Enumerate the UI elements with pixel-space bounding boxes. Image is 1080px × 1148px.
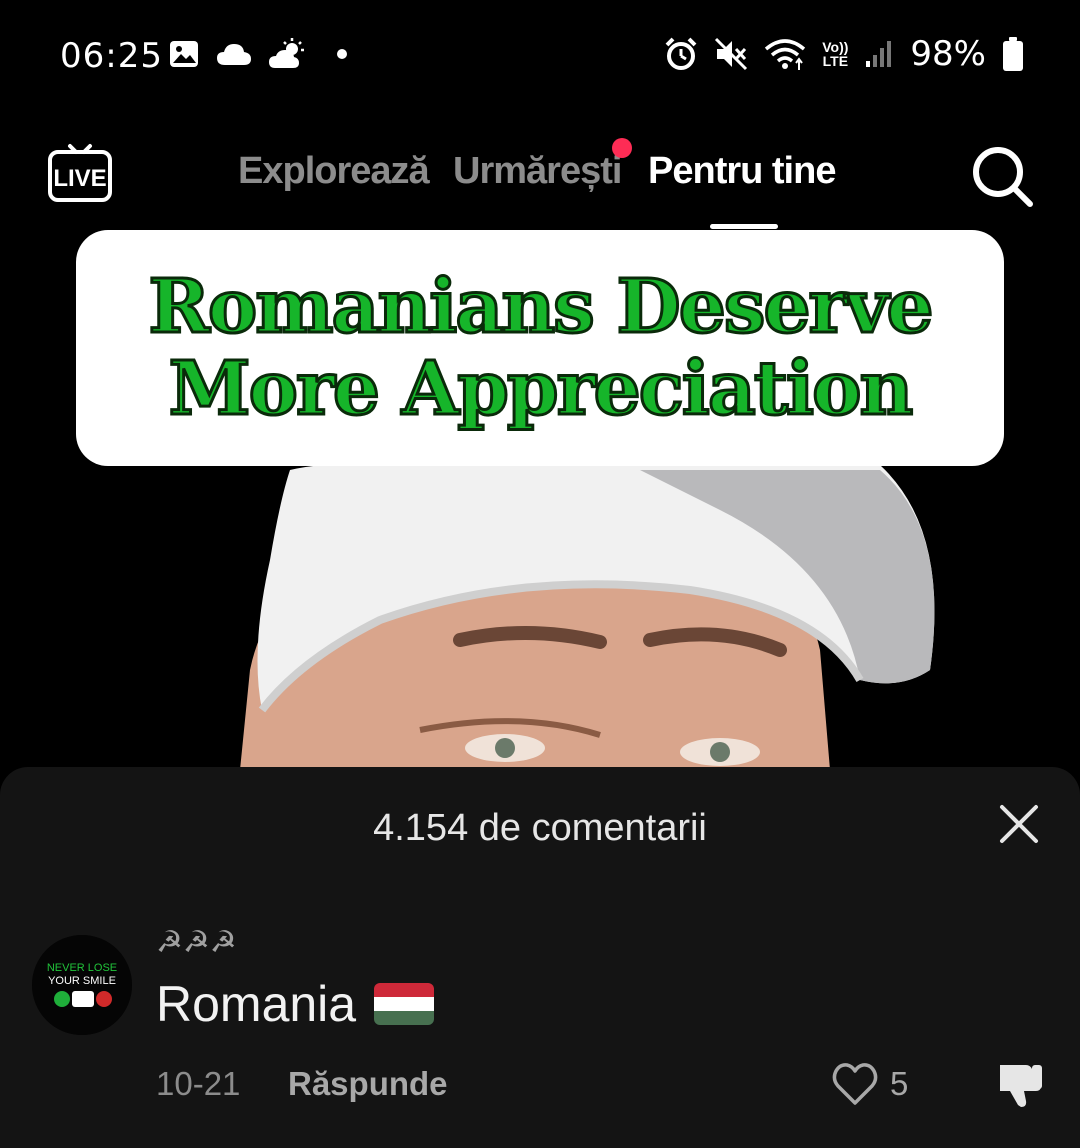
thumbs-down-icon[interactable] — [994, 1059, 1046, 1111]
reply-button[interactable]: Răspunde — [288, 1065, 448, 1103]
comment-text: Romania — [156, 976, 357, 1032]
active-tab-indicator — [710, 224, 778, 229]
alarm-icon — [665, 37, 697, 70]
status-bar: 06:25 Vo)) LTE 98% — [0, 0, 1080, 110]
battery-icon — [1003, 37, 1023, 71]
comments-panel: 4.154 de comentarii NEVER LOSE YOUR SMIL… — [0, 767, 1080, 1148]
heart-icon[interactable] — [830, 1059, 880, 1109]
tab-explore[interactable]: Explorează — [238, 150, 430, 193]
network-type: Vo)) LTE — [822, 40, 848, 68]
status-time: 06:25 — [60, 36, 163, 76]
cloud-icon — [217, 44, 251, 65]
video-title-line-1: Romanians Deserve — [147, 264, 935, 350]
dot-icon — [337, 49, 347, 59]
status-right-icons: Vo)) LTE 98% — [664, 34, 1024, 74]
avatar-image: NEVER LOSE YOUR SMILE — [32, 935, 132, 1035]
comments-count-title: 4.154 de comentarii — [373, 807, 707, 849]
close-icon[interactable] — [994, 799, 1044, 849]
lte-label: LTE — [822, 53, 849, 69]
status-left-icons — [168, 38, 352, 70]
image-icon — [170, 41, 198, 67]
comment-body: Romania — [156, 975, 435, 1033]
avatar-text-line-2: YOUR SMILE — [48, 975, 116, 987]
avatar-text-line-1: NEVER LOSE — [47, 962, 117, 974]
volte-label: Vo)) — [822, 39, 849, 55]
tab-for-you[interactable]: Pentru tine — [648, 150, 836, 193]
live-icon[interactable]: LIVE — [46, 138, 114, 206]
video-player[interactable]: Romanians Deserve More Appreciation — [0, 230, 1080, 770]
search-icon[interactable] — [970, 144, 1036, 210]
wifi-icon — [765, 39, 806, 70]
weather-icon — [269, 38, 304, 68]
avatar[interactable]: NEVER LOSE YOUR SMILE — [32, 935, 132, 1035]
video-title-box: Romanians Deserve More Appreciation — [76, 230, 1004, 466]
tab-following[interactable]: Urmărești — [453, 150, 622, 193]
battery-level: 98% — [910, 34, 986, 74]
like-count: 5 — [890, 1065, 909, 1102]
mute-icon — [715, 37, 748, 71]
signal-icon — [866, 41, 892, 67]
comment-date: 10-21 — [156, 1065, 241, 1102]
top-nav: LIVE Explorează Urmărești Pentru tine — [0, 120, 1080, 230]
notification-dot — [612, 138, 632, 158]
video-title-line-2: More Appreciation — [167, 346, 915, 432]
live-label: LIVE — [53, 165, 106, 192]
flag-icon — [374, 983, 435, 1025]
comment-username[interactable]: ☭☭☭ — [156, 925, 237, 960]
